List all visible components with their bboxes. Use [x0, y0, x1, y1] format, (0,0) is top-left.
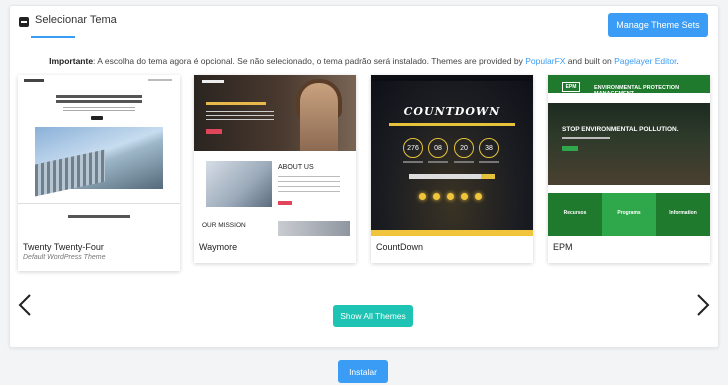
thumb-hero-subtitle	[562, 137, 610, 139]
notice-text-2: and built on	[565, 56, 615, 66]
theme-panel: Selecionar Tema Manage Theme Sets Import…	[9, 5, 719, 348]
theme-thumbnail[interactable]: ABOUT US OUR MISSION	[194, 75, 356, 236]
thumb-text-line	[278, 191, 340, 192]
thumb-countdown-seconds: 38	[479, 138, 499, 158]
thumb-topbar	[371, 75, 533, 81]
thumb-countdown-label	[479, 161, 499, 163]
thumb-heading-line	[56, 100, 142, 103]
thumb-countdown-minutes: 20	[454, 138, 474, 158]
thumb-menu	[548, 93, 710, 103]
thumb-countdown-title: COUNTDOWN	[403, 105, 501, 118]
thumb-light-dot	[475, 193, 482, 200]
thumb-text-line	[206, 119, 274, 120]
theme-name: Twenty Twenty-Four	[23, 242, 104, 252]
thumb-button	[562, 146, 578, 151]
theme-subtitle: Default WordPress Theme	[23, 254, 106, 261]
thumb-button	[206, 129, 222, 134]
thumb-countdown-label	[454, 161, 474, 163]
notice-text-3: .	[676, 56, 679, 66]
thumb-text-line	[278, 186, 340, 187]
theme-thumbnail[interactable]	[18, 75, 180, 236]
thumb-logo	[202, 80, 224, 83]
thumb-hero	[548, 103, 710, 185]
thumb-divider	[18, 203, 180, 204]
thumb-light-dot	[461, 193, 468, 200]
theme-thumbnail[interactable]: COUNTDOWN 276 08 20 38	[371, 75, 533, 236]
thumb-divider	[548, 185, 710, 193]
notice-text: Importante: A escolha do tema agora é op…	[10, 56, 718, 66]
thumb-countdown-hours: 08	[428, 138, 448, 158]
install-button[interactable]: Instalar	[338, 360, 388, 383]
show-all-themes-button[interactable]: Show All Themes	[333, 305, 413, 327]
thumb-office-photo	[206, 161, 272, 207]
minus-square-icon[interactable]	[19, 17, 29, 27]
thumb-email-input	[409, 174, 481, 179]
thumb-button	[91, 116, 103, 120]
chevron-left-icon[interactable]	[18, 293, 32, 317]
title-underline	[31, 36, 75, 38]
thumb-text-line	[278, 181, 340, 182]
theme-card-countdown[interactable]: COUNTDOWN 276 08 20 38 CountDown	[371, 75, 533, 263]
panel-header: Selecionar Tema Manage Theme Sets	[10, 6, 718, 46]
thumb-building-image	[35, 127, 163, 189]
pagelayer-link[interactable]: Pagelayer Editor	[614, 56, 676, 66]
thumb-mission-image	[278, 221, 350, 236]
manage-theme-sets-button[interactable]: Manage Theme Sets	[608, 13, 708, 37]
notice-text-1: : A escolha do tema agora é opcional. Se…	[93, 56, 526, 66]
thumb-background	[371, 75, 533, 236]
popularfx-link[interactable]: PopularFX	[525, 56, 565, 66]
thumb-countdown-label	[428, 161, 448, 163]
thumb-heading-line	[56, 95, 142, 98]
thumb-nav-links	[148, 79, 172, 81]
thumb-text-line	[206, 115, 274, 116]
thumb-logo: EPM	[562, 82, 580, 92]
thumb-bottom-bar	[371, 230, 533, 236]
theme-card-waymore[interactable]: ABOUT US OUR MISSION Waymore	[194, 75, 356, 263]
thumb-text-line	[63, 107, 135, 108]
thumb-text-line	[63, 110, 135, 111]
thumb-footer-heading	[68, 215, 130, 218]
thumb-light-dot	[447, 193, 454, 200]
notice-bold: Importante	[49, 56, 94, 66]
panel-title: Selecionar Tema	[35, 14, 117, 26]
thumb-mission-heading: OUR MISSION	[202, 222, 246, 229]
theme-name: Waymore	[199, 242, 238, 252]
thumb-hero-headline: STOP ENVIRONMENTAL POLLUTION.	[562, 126, 679, 133]
theme-card-twenty-twenty-four[interactable]: Twenty Twenty-Four Default WordPress The…	[18, 75, 180, 271]
thumb-countdown-days: 276	[403, 138, 423, 158]
thumb-tagline	[206, 102, 266, 105]
theme-name: EPM	[553, 242, 573, 252]
thumb-column-resources: Recursos	[548, 193, 602, 236]
chevron-right-icon[interactable]	[696, 293, 710, 317]
thumb-column-programs: Programs	[602, 193, 656, 236]
theme-thumbnail[interactable]: EPM ENVIRONMENTAL PROTECTION MANAGEMENT …	[548, 75, 710, 236]
theme-card-epm[interactable]: EPM ENVIRONMENTAL PROTECTION MANAGEMENT …	[548, 75, 710, 263]
thumb-text-line	[278, 176, 340, 177]
thumb-countdown-label	[403, 161, 423, 163]
thumb-subtitle	[389, 123, 515, 126]
thumb-subscribe-button	[481, 174, 495, 179]
thumb-text-line	[206, 111, 274, 112]
thumb-nav	[24, 79, 44, 82]
theme-name: CountDown	[376, 242, 424, 252]
thumb-light-dot	[419, 193, 426, 200]
thumb-about-heading: ABOUT US	[278, 164, 314, 171]
thumb-button	[278, 201, 292, 205]
thumb-hero-person	[300, 83, 338, 151]
thumb-light-dot	[433, 193, 440, 200]
thumb-hero	[194, 75, 356, 151]
thumb-column-information: Information	[656, 193, 710, 236]
